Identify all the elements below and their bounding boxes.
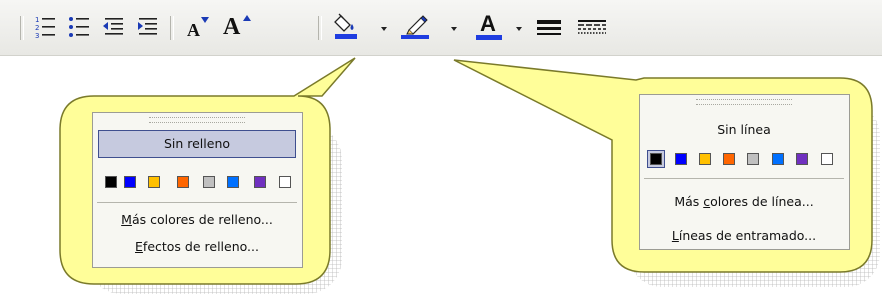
access-key: M: [121, 212, 132, 227]
fill-color-menu: Sin relleno Más colores de relleno... Ef…: [92, 112, 303, 268]
line-swatch-gray[interactable]: [747, 153, 759, 165]
more-line-colors-label-start: Más: [674, 194, 704, 209]
fill-swatch-gold[interactable]: [148, 176, 160, 188]
fill-swatch-light-blue[interactable]: [227, 176, 239, 188]
line-swatch-gold[interactable]: [699, 153, 711, 165]
line-swatch-blue[interactable]: [675, 153, 687, 165]
line-color-menu: Sin línea Más colores de línea... Líneas…: [639, 94, 850, 250]
access-key: L: [671, 228, 679, 243]
menu-grip[interactable]: [696, 99, 792, 105]
no-line-option[interactable]: Sin línea: [640, 119, 848, 141]
fill-swatch-purple[interactable]: [254, 176, 266, 188]
access-key: E: [135, 239, 143, 254]
line-swatch-purple[interactable]: [796, 153, 808, 165]
fill-swatch-gray[interactable]: [203, 176, 215, 188]
menu-divider: [644, 178, 844, 179]
menu-grip[interactable]: [149, 117, 245, 123]
line-swatch-orange[interactable]: [723, 153, 735, 165]
more-line-colors-label-end: olores de línea...: [710, 194, 814, 209]
line-swatch-black[interactable]: [650, 153, 662, 165]
fill-swatch-white[interactable]: [279, 176, 291, 188]
fill-effects-option[interactable]: Efectos de relleno...: [93, 237, 301, 257]
fill-swatch-blue[interactable]: [124, 176, 136, 188]
more-line-colors-option[interactable]: Más colores de línea...: [640, 192, 848, 212]
line-swatch-light-blue[interactable]: [772, 153, 784, 165]
fill-effects-label: fectos de relleno...: [142, 239, 259, 254]
fill-swatch-black[interactable]: [105, 176, 117, 188]
no-fill-option[interactable]: Sin relleno: [98, 130, 296, 158]
patterned-lines-label: íneas de entramado...: [678, 228, 817, 243]
more-fill-colors-label: ás colores de relleno...: [131, 212, 273, 227]
line-swatch-white[interactable]: [821, 153, 833, 165]
menu-divider: [97, 202, 297, 203]
patterned-lines-option[interactable]: Líneas de entramado...: [640, 226, 848, 246]
more-fill-colors-option[interactable]: Más colores de relleno...: [93, 210, 301, 230]
fill-swatch-orange[interactable]: [177, 176, 189, 188]
